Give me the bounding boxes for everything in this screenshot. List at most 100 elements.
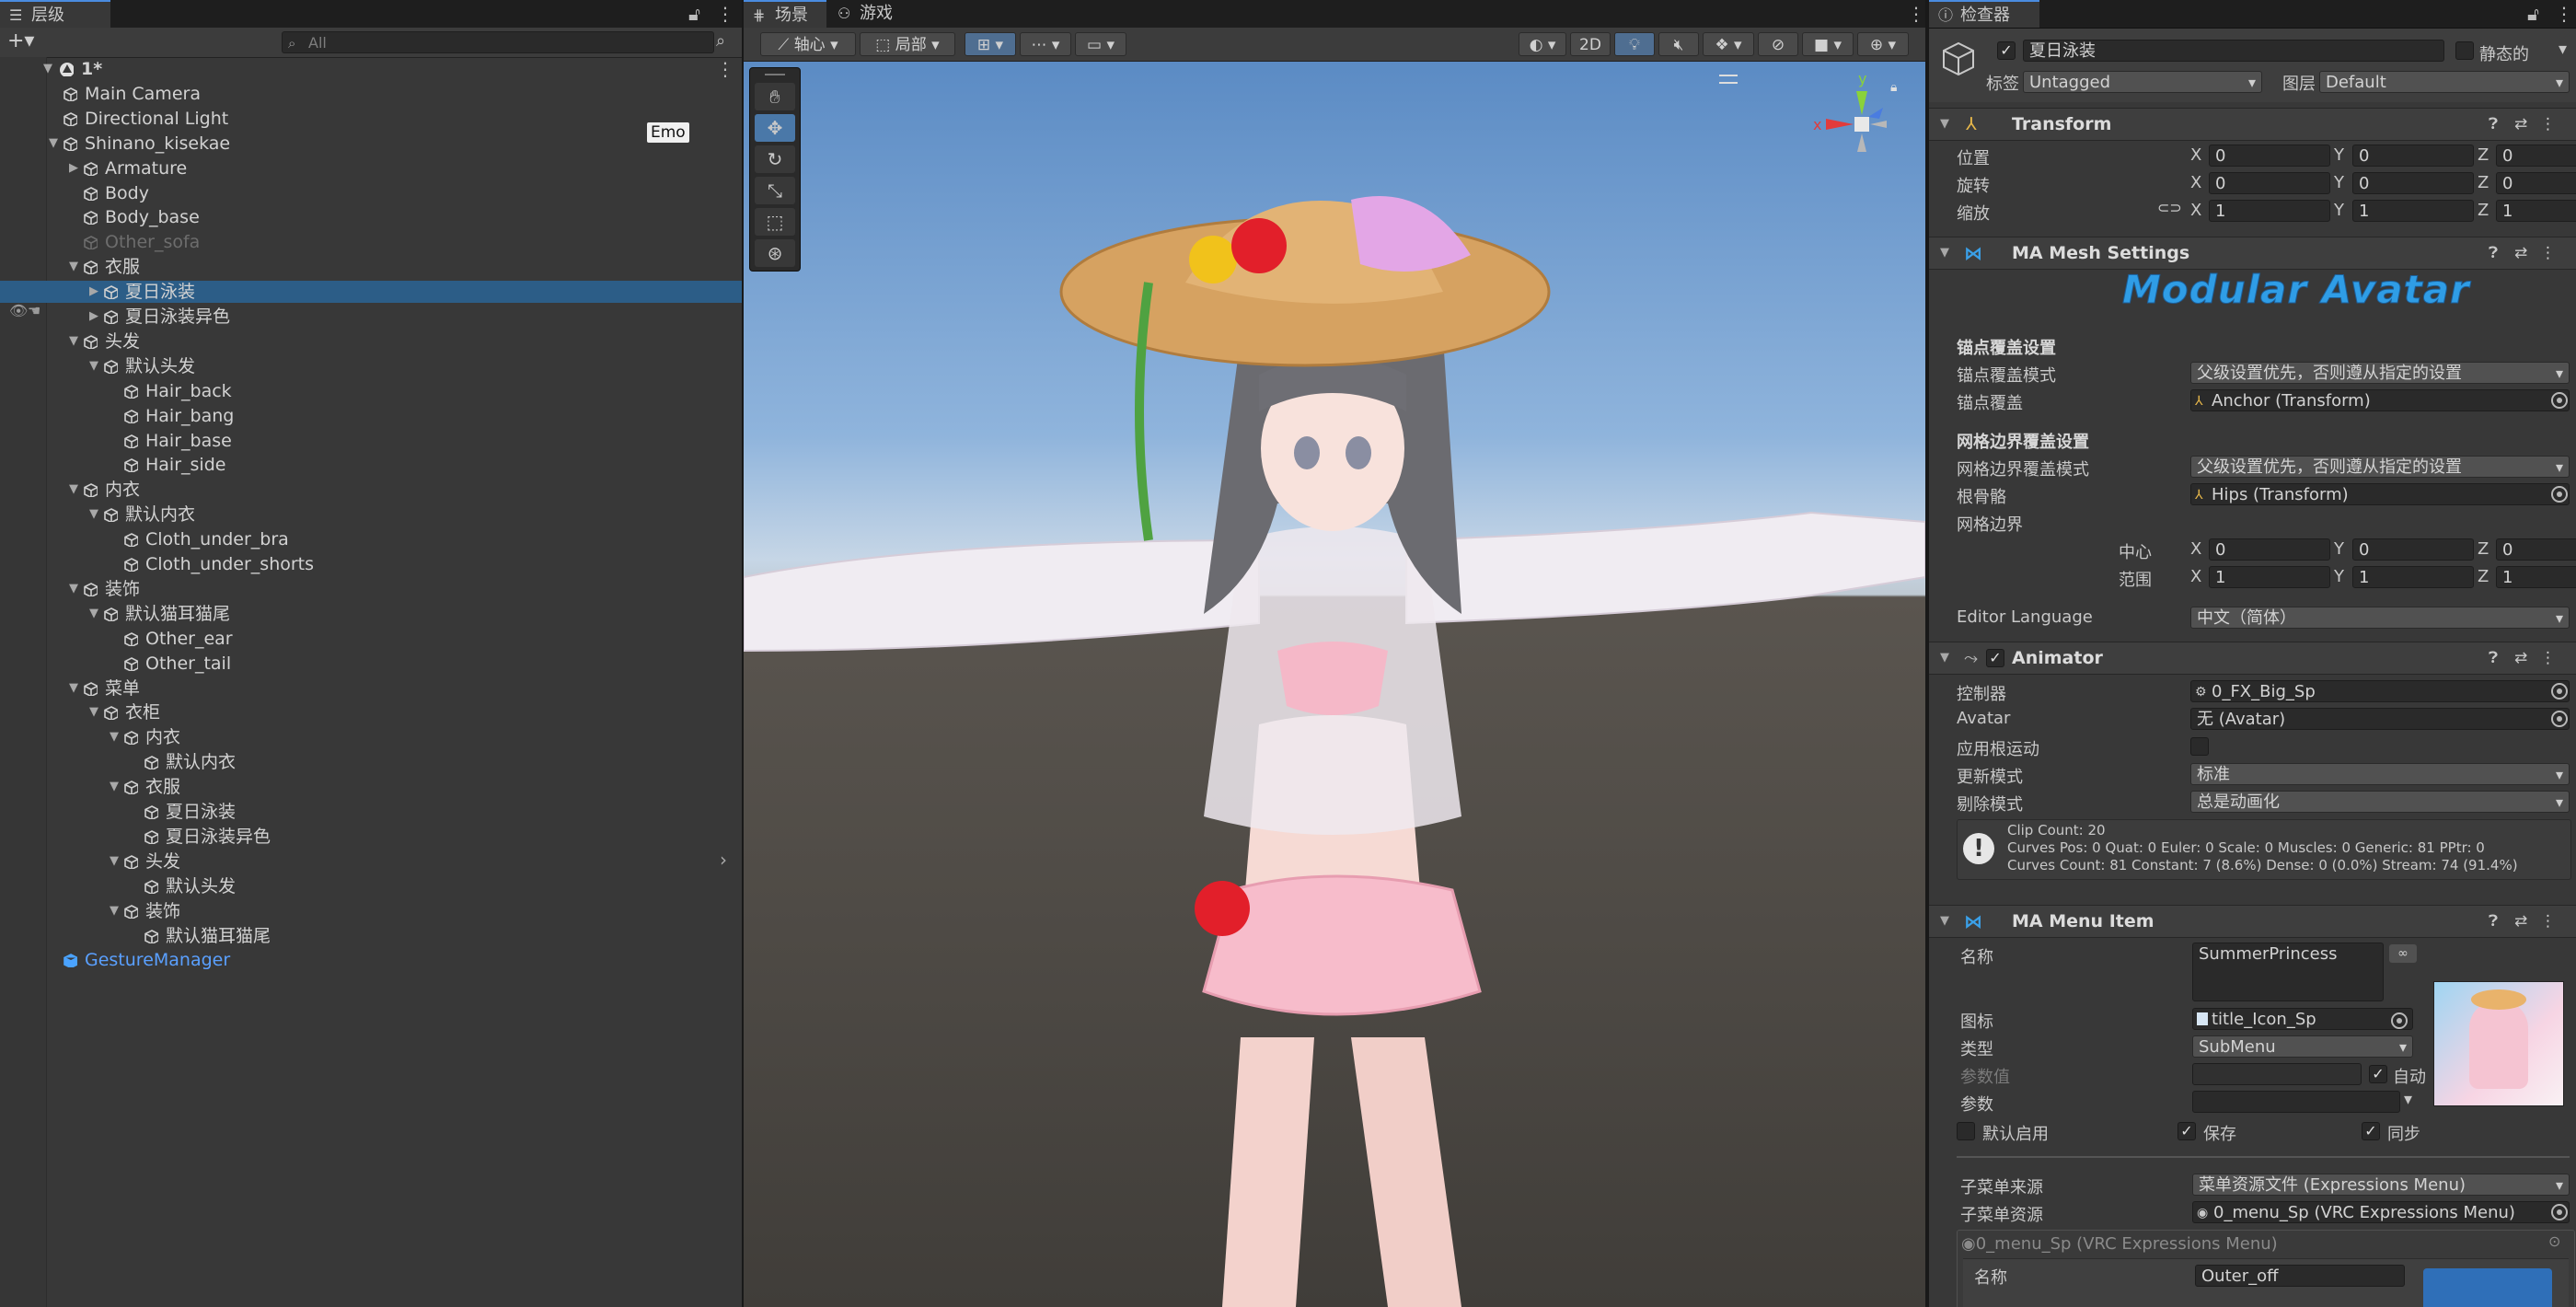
axis-label-x[interactable]: X — [2190, 200, 2201, 222]
help-icon[interactable]: ❓︎ — [2489, 642, 2498, 674]
position-z-field[interactable]: 0 — [2496, 145, 2576, 167]
hierarchy-row[interactable]: ▼ 头发 — [0, 330, 742, 353]
default-on-checkbox[interactable] — [1957, 1122, 1975, 1140]
hierarchy-row[interactable]: ▼ 菜单 — [0, 677, 742, 700]
expanded-arrow-icon[interactable]: ▼ — [66, 479, 81, 501]
visibility-eye-icon[interactable]: 👁︎ — [9, 302, 28, 319]
hierarchy-row[interactable]: Main Camera — [0, 83, 742, 105]
expanded-arrow-icon[interactable]: ▼ — [66, 330, 81, 353]
param-field[interactable] — [2192, 1091, 2400, 1113]
hierarchy-row[interactable]: GestureManager — [0, 949, 742, 971]
hierarchy-row[interactable]: Body_base — [0, 206, 742, 228]
hierarchy-row[interactable]: ▼ 衣柜 — [0, 701, 742, 723]
tab-inspector[interactable]: ⓘ 检查器 — [1929, 0, 2039, 28]
synced-checkbox[interactable]: ✓ — [2362, 1122, 2380, 1140]
lighting-toggle[interactable]: 💡︎ — [1614, 32, 1655, 56]
hierarchy-row[interactable]: Directional Light — [0, 108, 742, 130]
expanded-arrow-icon[interactable]: ▼ — [107, 900, 121, 922]
axis-label-z[interactable]: Z — [2478, 538, 2489, 561]
embedded-picker-icon[interactable]: ⊙ — [2548, 1232, 2560, 1250]
axis-label-y[interactable]: Y — [2334, 538, 2344, 561]
ma-menu-item-header[interactable]: ▼ ⋈ MA Menu Item ❓︎ ⇄ ⋮ — [1929, 905, 2576, 938]
add-object-button[interactable]: +▾ — [7, 29, 34, 52]
help-icon[interactable]: ❓︎ — [2489, 906, 2498, 937]
submenu-asset-field[interactable]: ◉ 0_menu_Sp (VRC Expressions Menu) — [2192, 1201, 2570, 1223]
hierarchy-row[interactable]: 默认猫耳猫尾 — [0, 925, 742, 947]
chevron-right-icon[interactable]: › — [720, 849, 727, 871]
bounds-mode-dropdown[interactable]: 父级设置优先，否则遵从指定的设置 — [2190, 456, 2570, 478]
hierarchy-row[interactable]: ▼ 装饰 — [0, 900, 742, 922]
mode-2d-button[interactable]: 2D — [1570, 32, 1611, 56]
embedded-name-field[interactable]: Outer_off — [2195, 1265, 2405, 1287]
root-motion-checkbox[interactable] — [2190, 737, 2209, 756]
gizmos-dropdown[interactable]: ⊕ ▾ — [1857, 32, 1909, 56]
scale-x-field[interactable]: 1 — [2209, 200, 2330, 222]
preset-icon[interactable]: ⇄ — [2514, 642, 2527, 674]
hierarchy-row[interactable]: ▼ 衣服 — [0, 776, 742, 798]
position-x-field[interactable]: 0 — [2209, 145, 2330, 167]
shading-mode-dropdown[interactable]: ◐ ▾ — [1519, 32, 1566, 56]
menu-name-field[interactable]: SummerPrincess — [2192, 943, 2384, 1001]
saved-checkbox[interactable]: ✓ — [2177, 1122, 2196, 1140]
hierarchy-row[interactable]: 默认头发 — [0, 875, 742, 897]
hierarchy-row[interactable]: Hair_base — [0, 430, 742, 452]
help-icon[interactable]: ❓︎ — [2489, 109, 2498, 140]
audio-toggle[interactable]: 🔇︎ — [1658, 32, 1699, 56]
hierarchy-row[interactable]: Cloth_under_shorts — [0, 553, 742, 575]
more-menu-icon[interactable]: ⋮ — [716, 0, 734, 28]
axis-label-y[interactable]: Y — [2334, 145, 2344, 167]
position-y-field[interactable]: 0 — [2352, 145, 2474, 167]
menu-type-dropdown[interactable]: SubMenu — [2192, 1035, 2413, 1058]
layer-dropdown[interactable]: Default — [2319, 71, 2570, 93]
local-dropdown[interactable]: ⬚ 局部 ▾ — [860, 32, 955, 56]
expanded-arrow-icon[interactable]: ▼ — [66, 256, 81, 278]
axis-label-y[interactable]: Y — [2334, 566, 2344, 588]
transform-header[interactable]: ▼ ⅄ Transform ❓︎ ⇄ ⋮ — [1929, 108, 2576, 141]
animator-enabled-checkbox[interactable]: ✓ — [1986, 649, 2004, 667]
menu-icon-picker-icon[interactable] — [2391, 1012, 2408, 1029]
expanded-arrow-icon[interactable]: ▼ — [87, 355, 101, 377]
expanded-arrow-icon[interactable]: ▼ — [40, 58, 55, 80]
expanded-arrow-icon[interactable]: ▼ — [46, 133, 61, 155]
expanded-arrow-icon[interactable]: ▼ — [66, 578, 81, 600]
increment-snap-button[interactable]: ⋯ ▾ — [1020, 32, 1071, 56]
collapsed-arrow-icon[interactable]: ▶ — [87, 306, 101, 328]
object-name-field[interactable]: 夏日泳装 — [2023, 40, 2444, 62]
hierarchy-row[interactable]: 默认内衣 — [0, 751, 742, 773]
hierarchy-row[interactable]: ▼ 头发 — [0, 850, 742, 873]
param-value-field[interactable] — [2192, 1063, 2362, 1085]
hierarchy-row[interactable]: ▼ Shinano_kisekae — [0, 133, 742, 155]
axis-label-y[interactable]: Y — [2334, 200, 2344, 222]
embedded-action-button[interactable] — [2423, 1268, 2552, 1307]
hierarchy-row[interactable]: ▼ 装饰 — [0, 578, 742, 600]
rotation-y-field[interactable]: 0 — [2352, 172, 2474, 194]
inspector-more-icon[interactable]: ⋮ — [2555, 0, 2573, 28]
hierarchy-row[interactable]: Other_ear — [0, 628, 742, 650]
static-dropdown-arrow[interactable]: ▾ — [2559, 40, 2567, 59]
controller-picker-icon[interactable] — [2551, 683, 2568, 700]
lock-icon[interactable]: 🔓︎ — [688, 0, 700, 28]
avatar-field[interactable]: 无 (Avatar) — [2190, 708, 2570, 730]
axis-label-x[interactable]: X — [2190, 538, 2201, 561]
scale-y-field[interactable]: 1 — [2352, 200, 2474, 222]
bounds-extent-y-field[interactable]: 1 — [2352, 566, 2474, 588]
animator-header[interactable]: ▼ ⤳ ✓ Animator ❓︎ ⇄ ⋮ — [1929, 642, 2576, 675]
param-dropdown-arrow[interactable]: ▾ — [2404, 1090, 2412, 1109]
anchor-field[interactable]: ⅄ Anchor (Transform) — [2190, 389, 2570, 411]
hierarchy-row[interactable]: ▼ 内衣 — [0, 726, 742, 748]
auto-checkbox[interactable]: ✓ — [2369, 1065, 2387, 1083]
tab-scene[interactable]: ⋕ 场景 — [744, 0, 826, 28]
tab-game[interactable]: ⚇ 游戏 — [828, 0, 911, 28]
avatar-picker-icon[interactable] — [2551, 711, 2568, 727]
collapse-icon[interactable]: ▼ — [1940, 642, 1949, 674]
hierarchy-row[interactable]: Other_sofa — [0, 231, 742, 253]
link-infinity-button[interactable]: ∞ — [2389, 944, 2417, 963]
ma-mesh-settings-header[interactable]: ▼ ⋈ MA Mesh Settings ❓︎ ⇄ ⋮ — [1929, 237, 2576, 270]
scene-more-menu-icon[interactable]: ⋮ — [1907, 0, 1925, 28]
preset-icon[interactable]: ⇄ — [2514, 109, 2527, 140]
component-menu-icon[interactable]: ⋮ — [2540, 642, 2556, 674]
pivot-dropdown[interactable]: ⟋ 轴心 ▾ — [760, 32, 856, 56]
scene-viewport[interactable]: ✋︎ ✥ ↻ ⤡ ⬚ ⊛ y x 🔒︎ — [744, 62, 1925, 1307]
rotation-x-field[interactable]: 0 — [2209, 172, 2330, 194]
axis-label-z[interactable]: Z — [2478, 145, 2489, 167]
